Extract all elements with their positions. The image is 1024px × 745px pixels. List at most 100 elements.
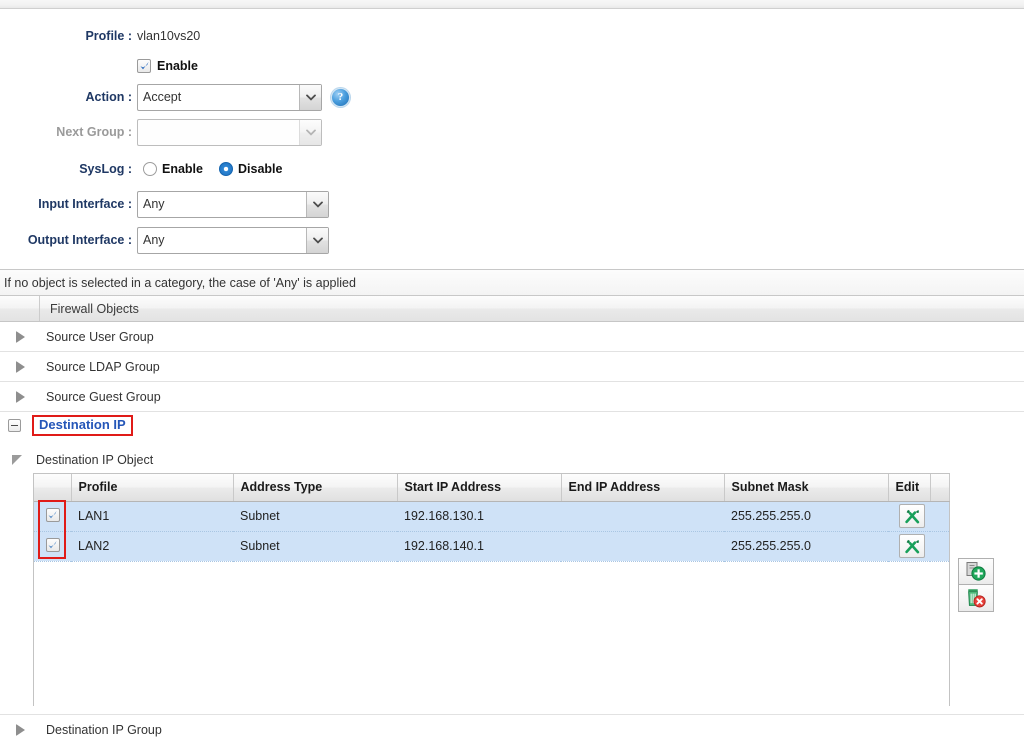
- col-spacer: [930, 474, 950, 502]
- tree-header-label: Firewall Objects: [50, 301, 139, 316]
- table-header-row: Profile Address Type Start IP Address En…: [34, 474, 950, 502]
- collapse-minus-icon[interactable]: [8, 419, 21, 432]
- tools-icon: [904, 539, 919, 553]
- tree-item-label: Source Guest Group: [46, 389, 161, 404]
- chevron-right-icon[interactable]: [0, 360, 40, 373]
- add-object-button[interactable]: [958, 558, 994, 585]
- chevron-down-icon[interactable]: [299, 84, 321, 110]
- tools-icon: [904, 509, 919, 523]
- col-end-ip[interactable]: End IP Address: [561, 474, 725, 502]
- cell-end-ip: [561, 531, 724, 562]
- input-interface-select[interactable]: Any: [137, 190, 329, 218]
- next-group-label: Next Group :: [56, 125, 132, 139]
- output-interface-select[interactable]: Any: [137, 226, 329, 254]
- tree-item-destination-ip-group[interactable]: Destination IP Group: [0, 714, 1024, 745]
- cell-subnet-mask: 255.255.255.0: [724, 531, 888, 562]
- col-edit[interactable]: Edit: [888, 474, 931, 502]
- window-top-bar: [0, 0, 1024, 9]
- row-checkbox[interactable]: [45, 508, 60, 523]
- syslog-enable-radio[interactable]: [143, 162, 157, 176]
- table-action-buttons: [958, 558, 994, 612]
- cell-address-type: Subnet: [233, 501, 397, 532]
- action-label: Action :: [85, 90, 132, 104]
- syslog-enable-label: Enable: [162, 162, 203, 176]
- col-select-all[interactable]: [34, 474, 72, 502]
- input-interface-value: Any: [143, 196, 165, 211]
- col-profile[interactable]: Profile: [71, 474, 234, 502]
- cell-end-ip: [561, 501, 724, 532]
- tree-subnode-destination-ip-object[interactable]: Destination IP Object: [0, 447, 1024, 473]
- row-checkbox-cell[interactable]: [34, 501, 71, 532]
- form-row-output-interface: Output Interface : Any: [0, 225, 520, 255]
- chevron-down-icon[interactable]: [306, 227, 328, 253]
- firewall-objects-panel: Firewall Objects Source User Group Sourc…: [0, 296, 1024, 740]
- document-add-icon: [966, 562, 986, 581]
- action-select-value: Accept: [143, 89, 182, 104]
- col-subnet-mask[interactable]: Subnet Mask: [724, 474, 889, 502]
- tree-item-source-guest-group[interactable]: Source Guest Group: [0, 382, 1024, 412]
- syslog-disable-radio[interactable]: [219, 162, 233, 176]
- tree-item-source-user-group[interactable]: Source User Group: [0, 322, 1024, 352]
- help-icon[interactable]: ?: [331, 87, 350, 107]
- tree-subnode-label: Destination IP Object: [36, 453, 154, 467]
- next-group-select[interactable]: [137, 118, 322, 146]
- tree-item-destination-ip[interactable]: Destination IP: [0, 412, 1024, 439]
- enable-checkbox-group[interactable]: Enable: [137, 59, 198, 73]
- cell-spacer: [930, 501, 949, 532]
- tree-header-gutter: [0, 296, 40, 321]
- cell-spacer: [930, 531, 949, 562]
- tree-item-label: Destination IP: [39, 417, 126, 432]
- table-row[interactable]: LAN1 Subnet 192.168.130.1 255.255.255.0: [34, 501, 949, 532]
- cell-profile: LAN1: [71, 501, 233, 532]
- chevron-down-icon: [299, 119, 321, 145]
- tree-item-label: Source User Group: [46, 329, 154, 344]
- tree-item-label: Destination IP Group: [46, 723, 162, 737]
- destination-ip-highlight: Destination IP: [32, 415, 133, 436]
- form-row-profile: Profile : vlan10vs20: [0, 21, 520, 51]
- destination-ip-object-table: Profile Address Type Start IP Address En…: [33, 473, 950, 707]
- chevron-right-icon[interactable]: [0, 330, 40, 343]
- trash-delete-icon: [968, 588, 986, 607]
- cell-subnet-mask: 255.255.255.0: [724, 501, 888, 532]
- delete-object-button[interactable]: [958, 585, 994, 612]
- col-address-type[interactable]: Address Type: [233, 474, 398, 502]
- tree-item-label: Source LDAP Group: [46, 359, 160, 374]
- tree-item-source-ldap-group[interactable]: Source LDAP Group: [0, 352, 1024, 382]
- cell-start-ip: 192.168.140.1: [397, 531, 561, 562]
- profile-label: Profile :: [85, 29, 132, 43]
- policy-form: Profile : vlan10vs20 Enable Action : Acc…: [0, 9, 1024, 259]
- table-empty-area: [34, 561, 949, 707]
- triangle-collapse-icon[interactable]: [12, 455, 22, 465]
- form-row-enable: Enable: [0, 51, 520, 81]
- edit-row-button[interactable]: [899, 504, 925, 528]
- edit-row-button[interactable]: [899, 534, 925, 558]
- form-row-action: Action : Accept ?: [0, 82, 520, 112]
- syslog-radio-group[interactable]: Enable Disable: [137, 162, 298, 176]
- form-row-input-interface: Input Interface : Any: [0, 189, 520, 219]
- syslog-label: SysLog :: [79, 162, 132, 176]
- input-interface-label: Input Interface :: [38, 197, 132, 211]
- syslog-disable-label: Disable: [238, 162, 283, 176]
- cell-edit[interactable]: [888, 501, 930, 532]
- action-select[interactable]: Accept: [137, 83, 322, 111]
- cell-profile: LAN2: [71, 531, 233, 562]
- tree-header-row: Firewall Objects: [0, 296, 1024, 322]
- form-row-next-group: Next Group :: [0, 117, 520, 147]
- output-interface-value: Any: [143, 232, 165, 247]
- form-row-syslog: SysLog : Enable Disable: [0, 154, 520, 184]
- cell-edit[interactable]: [888, 531, 930, 562]
- table-row[interactable]: LAN2 Subnet 192.168.140.1 255.255.255.0: [34, 531, 949, 562]
- row-checkbox-cell[interactable]: [34, 531, 71, 562]
- notice-bar: If no object is selected in a category, …: [0, 269, 1024, 296]
- row-checkbox[interactable]: [45, 538, 60, 553]
- profile-value: vlan10vs20: [137, 29, 201, 43]
- chevron-right-icon[interactable]: [0, 390, 40, 403]
- cell-start-ip: 192.168.130.1: [397, 501, 561, 532]
- cell-address-type: Subnet: [233, 531, 397, 562]
- chevron-right-icon[interactable]: [0, 724, 40, 736]
- col-start-ip[interactable]: Start IP Address: [397, 474, 562, 502]
- output-interface-label: Output Interface :: [27, 233, 132, 247]
- enable-label: Enable: [157, 59, 198, 73]
- chevron-down-icon[interactable]: [306, 191, 328, 217]
- enable-checkbox[interactable]: [137, 59, 151, 73]
